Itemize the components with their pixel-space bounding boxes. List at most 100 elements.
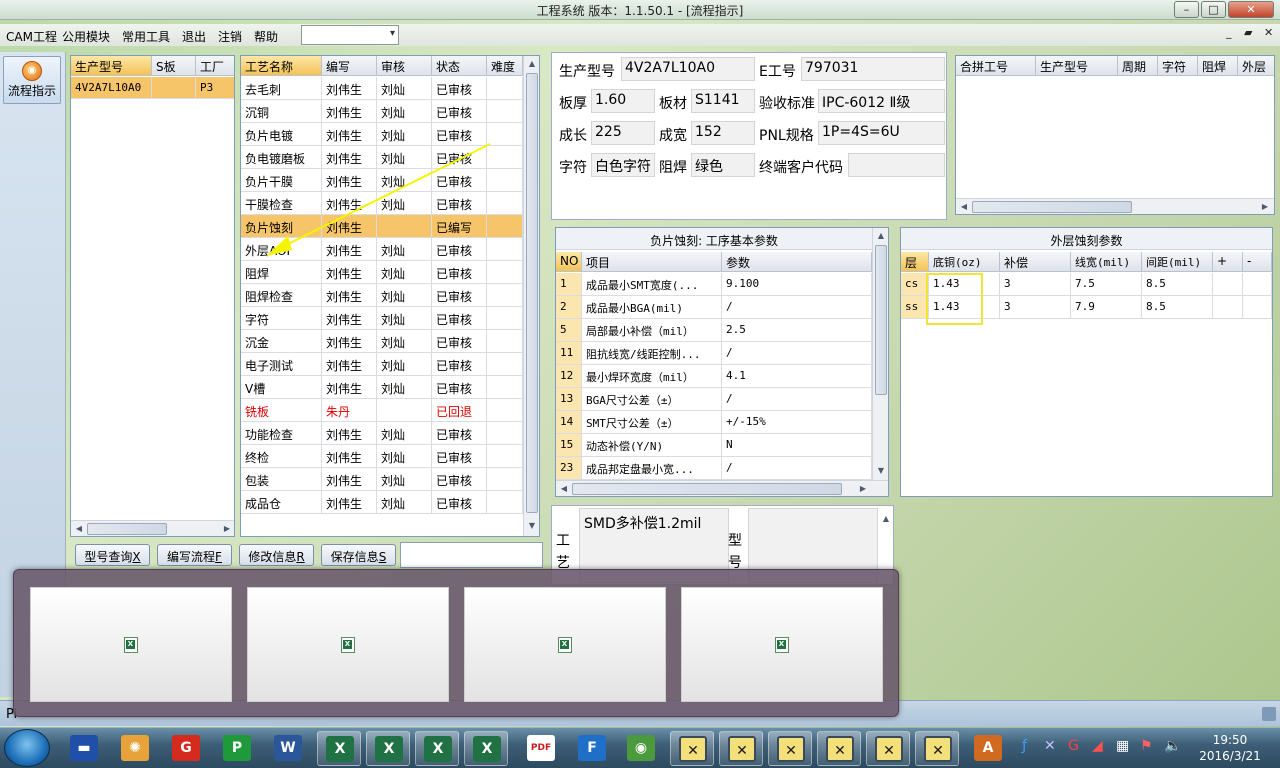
taskbar-excel-button[interactable]: X (366, 731, 410, 766)
table-cell-reviewer[interactable]: 刘灿 (377, 284, 432, 307)
col-header-compensation[interactable]: 补偿 (1000, 252, 1071, 272)
tray-tool-icon[interactable]: ◢ (1092, 738, 1103, 754)
scroll-right-icon[interactable]: ▶ (1258, 200, 1272, 214)
search-input[interactable] (400, 542, 543, 568)
table-cell-reviewer[interactable]: 刘灿 (377, 353, 432, 376)
col-header-reviewer[interactable]: 审核 (377, 56, 432, 76)
table-cell-item[interactable]: 局部最小补偿（mil） (582, 319, 722, 342)
table-cell-author[interactable]: 刘伟生 (322, 100, 377, 123)
menu-logout[interactable]: 注销 (218, 28, 242, 45)
col-header-factory[interactable]: 工厂 (196, 56, 234, 76)
table-cell-status[interactable]: 已审核 (432, 491, 487, 514)
mask-value[interactable]: 绿色 (691, 153, 755, 177)
menu-cam[interactable]: CAM工程 (6, 28, 57, 45)
col-header-process[interactable]: 工艺名称 (241, 56, 322, 76)
models-hscroll[interactable]: ◀ ▶ (71, 520, 234, 536)
table-cell-layer[interactable]: ss (901, 296, 929, 319)
table-cell-item[interactable]: 动态补偿(Y/N) (582, 434, 722, 457)
menu-exit[interactable]: 退出 (182, 28, 206, 45)
taskbar-excel-button[interactable]: X (317, 731, 361, 766)
col-header-param[interactable]: 参数 (722, 252, 872, 272)
mdi-minimize-icon[interactable]: _ (1226, 26, 1232, 39)
table-cell-difficulty[interactable] (487, 284, 523, 307)
scroll-left-icon[interactable]: ◀ (557, 482, 571, 496)
table-cell-difficulty[interactable] (487, 422, 523, 445)
table-cell-no[interactable]: 12 (556, 365, 582, 388)
col-header-base-copper[interactable]: 底铜(oz) (929, 252, 1000, 272)
save-info-button[interactable]: 保存信息S (321, 544, 396, 566)
params-vscroll[interactable]: ▲ ▼ (872, 228, 888, 480)
length-value[interactable]: 225 (591, 121, 655, 145)
col-header-cycle[interactable]: 周期 (1118, 56, 1158, 76)
tray-network-icon[interactable]: ▦ (1116, 738, 1129, 754)
maximize-button[interactable]: □ (1201, 1, 1226, 18)
scroll-left-icon[interactable]: ◀ (72, 522, 86, 536)
table-cell-status[interactable]: 已回退 (432, 399, 487, 422)
table-cell-item[interactable]: BGA尺寸公差（±） (582, 388, 722, 411)
scroll-thumb[interactable] (526, 73, 538, 513)
table-cell-item[interactable]: 阻抗线宽/线距控制... (582, 342, 722, 365)
col-header-s-board[interactable]: S板 (152, 56, 196, 76)
table-cell-no[interactable]: 13 (556, 388, 582, 411)
table-cell-difficulty[interactable] (487, 100, 523, 123)
table-cell-status[interactable]: 已审核 (432, 284, 487, 307)
thickness-value[interactable]: 1.60 (591, 89, 655, 113)
menu-common-modules[interactable]: 公用模块 (62, 28, 110, 45)
table-cell-difficulty[interactable] (487, 353, 523, 376)
table-cell-author[interactable]: 朱丹 (322, 399, 377, 422)
tray-x-icon[interactable]: ✕ (1044, 738, 1056, 754)
col-header-combine-no[interactable]: 合拼工号 (956, 56, 1036, 76)
table-cell-author[interactable]: 刘伟生 (322, 353, 377, 376)
scroll-left-icon[interactable]: ◀ (957, 200, 971, 214)
col-header-status[interactable]: 状态 (432, 56, 487, 76)
preview-window-1[interactable] (30, 587, 232, 702)
table-cell-no[interactable]: 1 (556, 273, 582, 296)
col-header-plus[interactable]: + (1213, 252, 1243, 272)
width-value[interactable]: 152 (691, 121, 755, 145)
table-cell-layer[interactable]: cs (901, 273, 929, 296)
table-row-model[interactable]: 4V2A7L10A0 (71, 77, 152, 99)
table-cell-param[interactable]: 4.1 (722, 365, 872, 388)
table-cell-difficulty[interactable] (487, 77, 523, 100)
table-cell-param[interactable]: 2.5 (722, 319, 872, 342)
table-cell-process[interactable]: 包装 (241, 468, 322, 491)
table-cell-author[interactable]: 刘伟生 (322, 284, 377, 307)
tray-volume-icon[interactable]: 🔈 (1164, 738, 1181, 754)
preview-window-2[interactable] (247, 587, 449, 702)
taskbar-x-app-button[interactable]: ✕ (670, 731, 714, 766)
scroll-up-icon[interactable]: ▲ (879, 512, 893, 526)
scroll-down-icon[interactable]: ▼ (525, 519, 539, 533)
col-header-minus[interactable]: - (1243, 252, 1272, 272)
table-cell-difficulty[interactable] (487, 399, 523, 422)
taskbar-save-disk-button[interactable]: ▬ (62, 731, 106, 766)
table-cell-difficulty[interactable] (487, 376, 523, 399)
scroll-thumb[interactable] (972, 201, 1132, 213)
table-cell-no[interactable]: 2 (556, 296, 582, 319)
table-cell-no[interactable]: 5 (556, 319, 582, 342)
model-query-button[interactable]: 型号查询X (75, 544, 150, 566)
table-cell-param[interactable]: 9.100 (722, 273, 872, 296)
taskbar-a-app-button[interactable]: A (966, 731, 1010, 766)
table-cell-process[interactable]: 功能检查 (241, 422, 322, 445)
table-cell-reviewer[interactable]: 刘灿 (377, 468, 432, 491)
taskbar-g-app-button[interactable]: G (164, 731, 208, 766)
table-cell-difficulty[interactable] (487, 330, 523, 353)
table-cell-process[interactable]: 去毛刺 (241, 77, 322, 100)
tray-flag-icon[interactable]: ⚑ (1140, 738, 1153, 754)
table-cell-reviewer[interactable]: 刘灿 (377, 422, 432, 445)
table-cell-author[interactable]: 刘伟生 (322, 376, 377, 399)
params-hscroll[interactable]: ◀ ▶ (556, 480, 888, 496)
table-cell-author[interactable]: 刘伟生 (322, 468, 377, 491)
menu-common-tools[interactable]: 常用工具 (122, 28, 170, 45)
char-value[interactable]: 白色字符 (591, 153, 655, 177)
table-cell-minus[interactable] (1243, 296, 1272, 319)
pnl-value[interactable]: 1P=4S=6U (818, 121, 945, 145)
table-cell-reviewer[interactable]: 刘灿 (377, 307, 432, 330)
model-value[interactable]: 4V2A7L10A0 (621, 57, 755, 81)
table-cell-difficulty[interactable] (487, 307, 523, 330)
table-cell-line-width[interactable]: 7.9 (1071, 296, 1142, 319)
tray-g-icon[interactable]: G (1068, 738, 1079, 754)
col-header-model[interactable]: 生产型号 (71, 56, 152, 76)
table-cell-status[interactable]: 已审核 (432, 422, 487, 445)
table-cell-spacing[interactable]: 8.5 (1142, 273, 1213, 296)
